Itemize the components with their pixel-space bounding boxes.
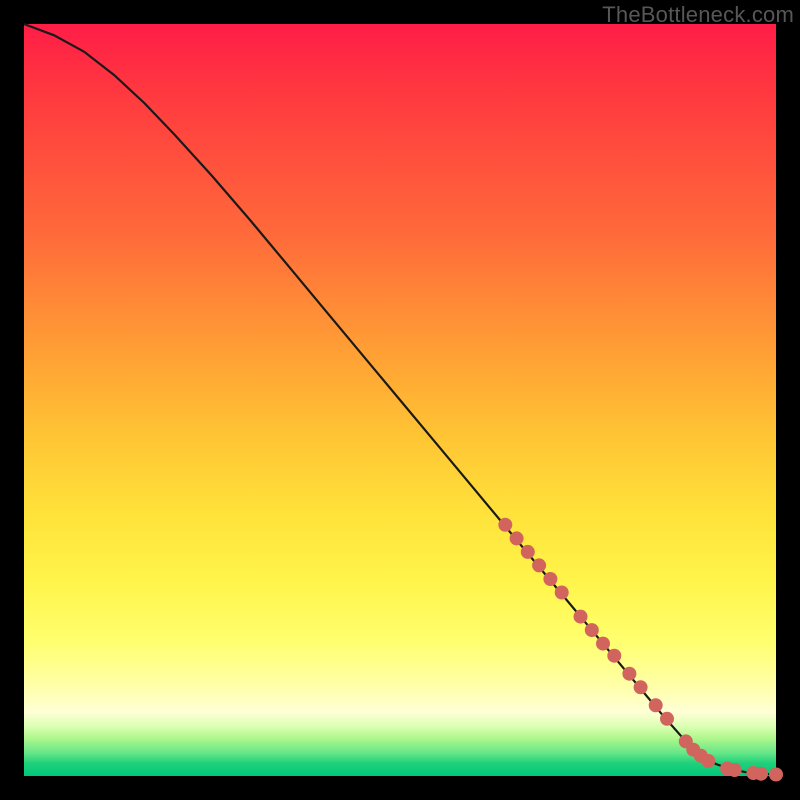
curve-marker [532,558,546,572]
curve-marker [543,572,557,586]
curve-marker [596,637,610,651]
chart-svg [24,24,776,776]
curve-marker [574,610,588,624]
curve-marker [649,698,663,712]
curve-marker [634,680,648,694]
curve-marker [769,768,783,782]
plot-area [24,24,776,776]
chart-stage: TheBottleneck.com [0,0,800,800]
curve-marker [607,649,621,663]
curve-marker [754,767,768,781]
curve-marker [555,586,569,600]
attribution-label: TheBottleneck.com [602,2,794,28]
curve-marker [521,545,535,559]
curve-markers [498,518,783,782]
curve-marker [728,763,742,777]
curve-marker [622,667,636,681]
bottleneck-curve [24,24,776,775]
curve-marker [510,531,524,545]
curve-marker [585,623,599,637]
curve-marker [498,518,512,532]
curve-marker [701,754,715,768]
curve-marker [660,712,674,726]
